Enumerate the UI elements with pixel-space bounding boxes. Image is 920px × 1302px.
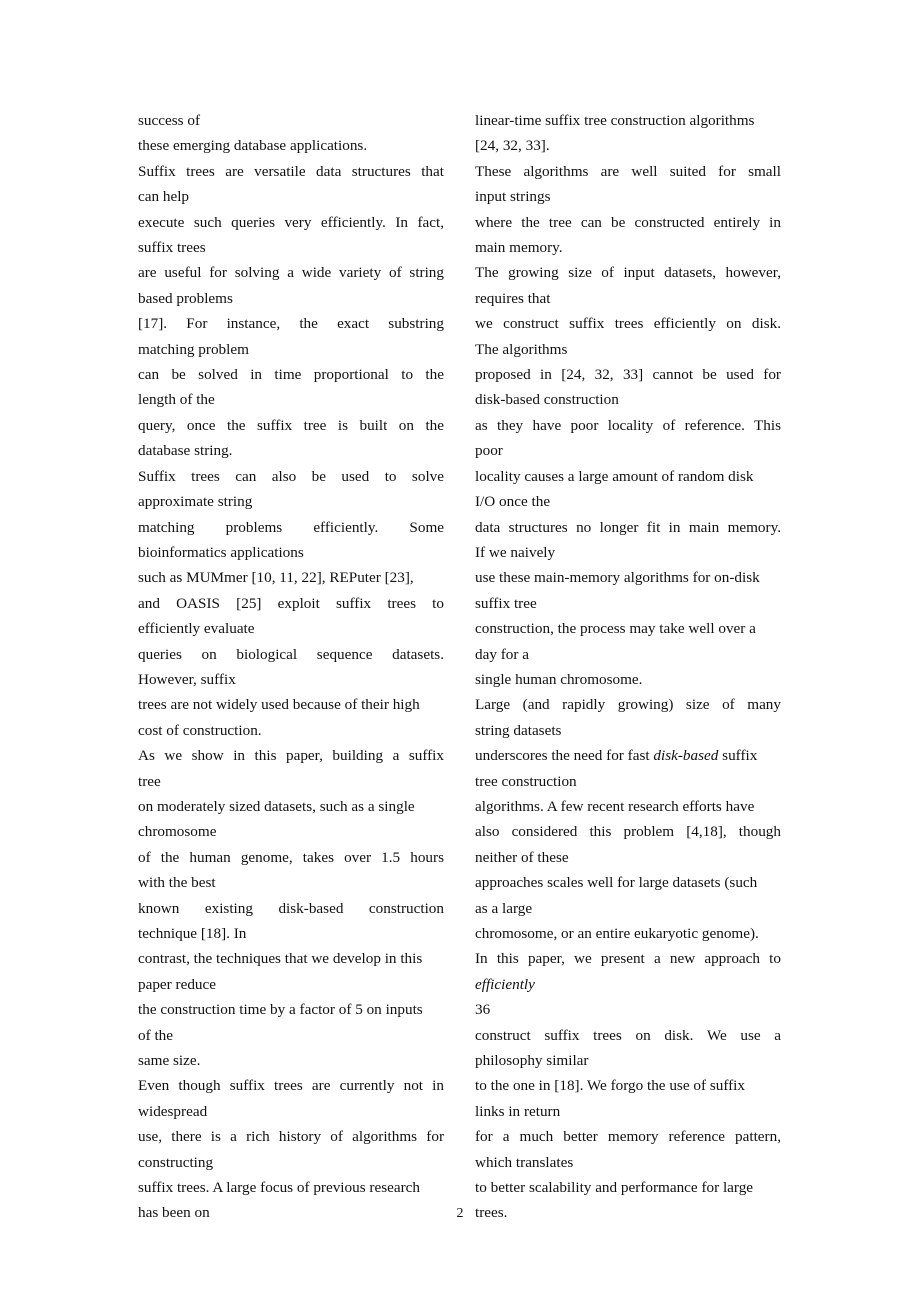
text-line: can be solved in time proportional to th… bbox=[138, 366, 444, 384]
text-line: efficiently evaluate bbox=[138, 620, 255, 638]
text-line: database string. bbox=[138, 442, 233, 460]
text-line: with the best bbox=[138, 874, 216, 892]
emphasized-text: disk-based bbox=[653, 747, 719, 765]
text-line: suffix trees. A large focus of previous … bbox=[138, 1179, 421, 1197]
text-line: string datasets bbox=[475, 721, 562, 739]
text-line: As we show in this paper, building a suf… bbox=[138, 747, 444, 765]
text-line: efficiently bbox=[475, 972, 781, 997]
text-line: suffix tree bbox=[475, 594, 537, 612]
text-line: where the tree can be constructed entire… bbox=[475, 213, 781, 231]
text-line: we construct suffix trees efficiently on… bbox=[475, 315, 781, 333]
text-line: I/O once the bbox=[475, 493, 551, 511]
text-line: input strings bbox=[475, 188, 551, 206]
text-line: to the one in [18]. We forgo the use of … bbox=[475, 1077, 745, 1095]
text-line: data structures no longer fit in main me… bbox=[475, 518, 781, 536]
text-line: and OASIS [25] exploit suffix trees to bbox=[138, 594, 444, 612]
text-line: of the bbox=[138, 1026, 174, 1044]
text-line: to better scalability and performance fo… bbox=[475, 1179, 754, 1197]
text-line: However, suffix bbox=[138, 670, 236, 688]
text-line: construct suffix trees on disk. We use a bbox=[475, 1026, 781, 1044]
text-line: widespread bbox=[138, 1102, 208, 1120]
text-line: requires that bbox=[475, 289, 551, 307]
text-line: use these main-memory algorithms for on-… bbox=[475, 569, 760, 587]
two-column-body: success of these emerging database applic… bbox=[138, 108, 782, 1226]
text-line: same size. bbox=[138, 1052, 201, 1070]
text-line: which translates bbox=[475, 1153, 574, 1171]
text-line: bioinformatics applications bbox=[138, 543, 304, 561]
text-line: philosophy similar bbox=[475, 1052, 589, 1070]
text-line: links in return bbox=[475, 1102, 561, 1120]
text-line: disk-based construction bbox=[475, 391, 619, 409]
text-line: If we naively bbox=[475, 543, 556, 561]
text-line: locality causes a large amount of random… bbox=[475, 467, 754, 485]
text-line: day for a bbox=[475, 645, 529, 663]
text-line: chromosome, or an entire eukaryotic geno… bbox=[475, 925, 759, 942]
text-line: construction, the process may take well … bbox=[475, 620, 756, 638]
text-line: as a large bbox=[475, 899, 533, 917]
text-line: execute such queries very efficiently. I… bbox=[138, 213, 444, 231]
text-line: for a much better memory reference patte… bbox=[475, 1128, 781, 1146]
right-text-column: linear-time suffix tree construction alg… bbox=[475, 108, 781, 1226]
text-line: these emerging database applications. bbox=[138, 137, 368, 155]
text-line: proposed in [24, 32, 33] cannot be used … bbox=[475, 366, 781, 384]
document-page: success of these emerging database applic… bbox=[0, 0, 920, 1302]
left-text-column: success of these emerging database applic… bbox=[138, 108, 444, 1226]
text-line: neither of these bbox=[475, 848, 569, 866]
text-line: In this paper, we present a new approach… bbox=[475, 950, 781, 968]
text-line: length of the bbox=[138, 391, 215, 409]
text-line: trees are not widely used because of the… bbox=[138, 696, 420, 714]
text-line: based problems bbox=[138, 289, 233, 307]
text-line: tree construction bbox=[475, 772, 577, 790]
text-line: 36 bbox=[475, 1001, 491, 1019]
text-line: The algorithms bbox=[475, 340, 568, 358]
text-line: algorithms. A few recent research effort… bbox=[475, 797, 755, 815]
text-line: as they have poor locality of reference.… bbox=[475, 416, 781, 434]
text-line: single human chromosome. bbox=[475, 670, 643, 688]
text-line: contrast, the techniques that we develop… bbox=[138, 950, 423, 968]
text-line: main memory. bbox=[475, 239, 563, 257]
text-line: such as MUMmer [10, 11, 22], REPuter [23… bbox=[138, 569, 414, 587]
text-line: on moderately sized datasets, such as a … bbox=[138, 797, 415, 815]
text-line: [24, 32, 33]. bbox=[475, 137, 550, 155]
text-line: also considered this problem [4,18], tho… bbox=[475, 823, 781, 841]
text-line: approximate string bbox=[138, 493, 253, 511]
text-line: matching problems efficiently. Some bbox=[138, 518, 444, 536]
text-line: suffix trees bbox=[138, 239, 206, 257]
page-number: 2 bbox=[456, 1206, 464, 1221]
text-line: are useful for solving a wide variety of… bbox=[138, 264, 444, 282]
text-line: Suffix trees can also be used to solve bbox=[138, 467, 444, 485]
text-line: These algorithms are well suited for sma… bbox=[475, 162, 781, 180]
text-line: linear-time suffix tree construction alg… bbox=[475, 112, 755, 129]
text-line: poor bbox=[475, 442, 503, 460]
text-line: paper reduce bbox=[138, 975, 216, 993]
text-line: Even though suffix trees are currently n… bbox=[138, 1077, 444, 1095]
text-line: technique [18]. In bbox=[138, 925, 247, 942]
text-line: cost of construction. bbox=[138, 721, 262, 739]
text-line: known existing disk-based construction bbox=[138, 899, 444, 917]
text-line: query, once the suffix tree is built on … bbox=[138, 416, 444, 434]
text-line: Suffix trees are versatile data structur… bbox=[138, 162, 444, 180]
text-line: approaches scales well for large dataset… bbox=[475, 874, 758, 892]
text-line: underscores the need for fast disk-based… bbox=[475, 747, 758, 765]
text-line: Large (and rapidly growing) size of many bbox=[475, 696, 781, 714]
text-line: success of bbox=[138, 112, 200, 129]
text-line: matching problem bbox=[138, 340, 249, 358]
emphasized-text: efficiently bbox=[475, 975, 535, 993]
text-line: The growing size of input datasets, howe… bbox=[475, 264, 781, 282]
text-line: [17]. For instance, the exact substring bbox=[138, 315, 444, 333]
text-line: constructing bbox=[138, 1153, 214, 1171]
text-line: tree bbox=[138, 772, 161, 790]
text-line: use, there is a rich history of algorith… bbox=[138, 1128, 444, 1146]
text-line: queries on biological sequence datasets. bbox=[138, 645, 444, 663]
text-line: of the human genome, takes over 1.5 hour… bbox=[138, 848, 444, 866]
text-line: chromosome bbox=[138, 823, 217, 841]
text-line: the construction time by a factor of 5 o… bbox=[138, 1001, 423, 1019]
text-line: can help bbox=[138, 188, 190, 206]
